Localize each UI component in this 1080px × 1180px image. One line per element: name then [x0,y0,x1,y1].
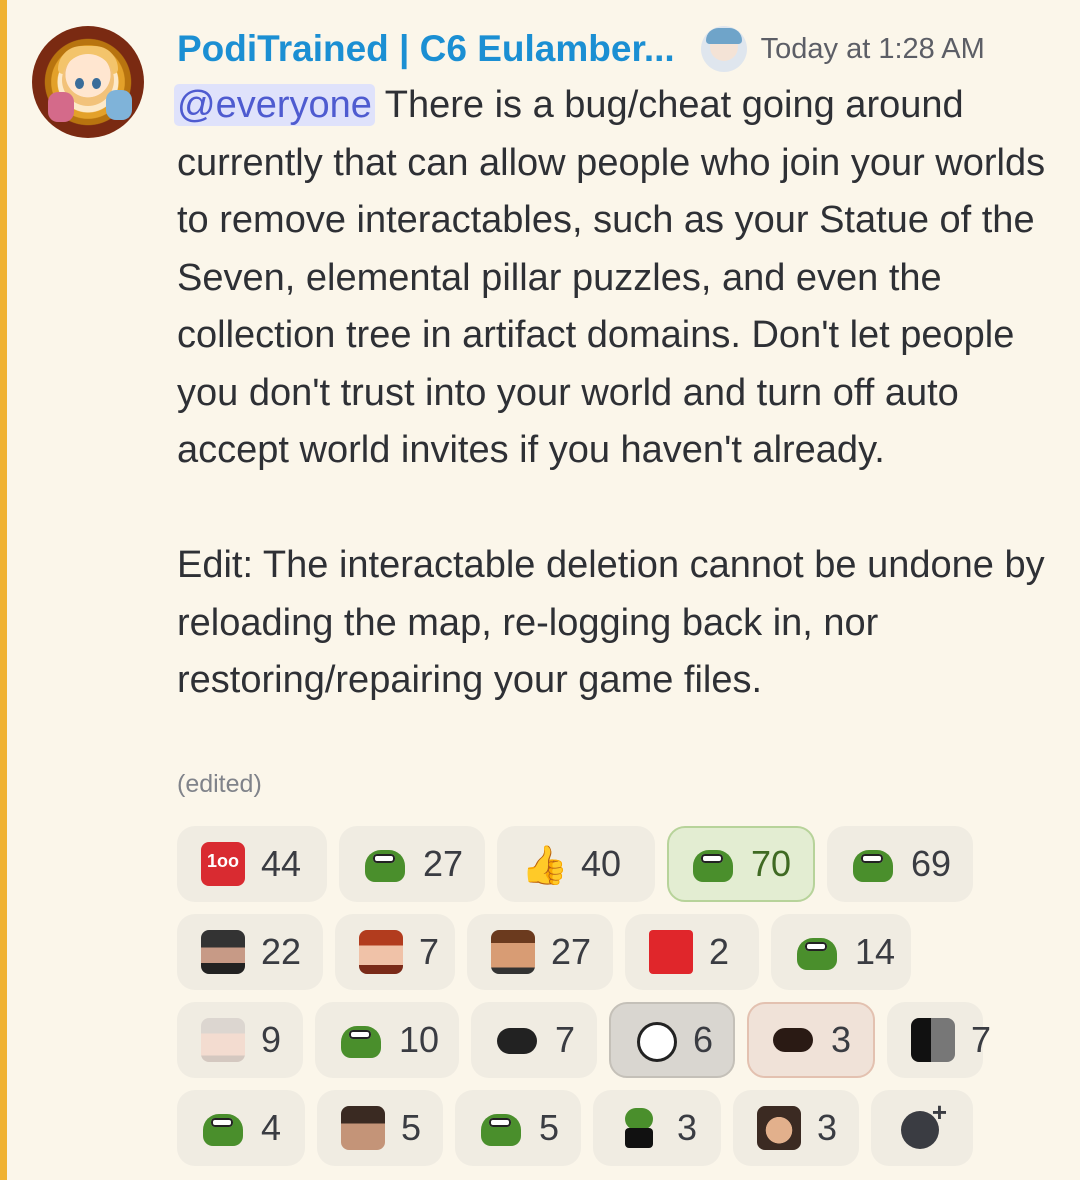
portrait-icon [359,930,403,974]
reaction-count: 7 [555,1019,576,1060]
chat-message: PodiTrained | C6 Eulamber... Today at 1:… [0,0,1080,1180]
message-content: @everyone There is a bug/cheat going aro… [174,77,1057,710]
reaction-count: 10 [399,1019,440,1060]
reaction-pepe[interactable]: 4 [177,1090,305,1166]
trollface-icon [633,1018,677,1062]
reaction-dark-face[interactable]: 3 [747,1002,875,1078]
reactions-bar: 44 27 40 70 69 22 7 27 2 14 9 10 7 6 3 7… [177,826,1057,1178]
edited-label: (edited) [177,770,262,798]
thumbs-up-icon [521,842,565,886]
timestamp: Today at 1:28 AM [760,32,985,65]
reaction-thumbs-up[interactable]: 40 [497,826,655,902]
reaction-count: 3 [817,1107,838,1148]
reaction-count: 4 [261,1107,282,1148]
bw-meme-icon [911,1018,955,1062]
reaction-row: 4 5 5 3 3 [177,1090,1057,1166]
portrait-icon [201,1018,245,1062]
pepe-wide-eyes-icon [691,842,735,886]
pepe-frog-icon [363,842,407,886]
hundred-sticker-icon [201,842,245,886]
reaction-pale-portrait[interactable]: 9 [177,1002,303,1078]
pepe-frog-icon [479,1106,523,1150]
reaction-pepe-wide-eyes[interactable]: 70 [667,826,815,902]
avatar-chibi [106,90,132,120]
reaction-count: 3 [831,1019,852,1060]
reaction-row: 9 10 7 6 3 7 [177,1002,1057,1078]
laughing-man-icon [491,930,535,974]
red-square-icon [649,930,693,974]
portrait-icon [201,930,245,974]
message-text: There is a bug/cheat going around curren… [177,84,1046,471]
avatar-eye [92,78,101,89]
avatar-eye [75,78,84,89]
reaction-count: 9 [261,1019,282,1060]
reaction-count: 7 [971,1019,992,1060]
reaction-pepe[interactable]: 10 [315,1002,459,1078]
reaction-count: 27 [551,931,592,972]
reaction-pepe-wide-eyes[interactable]: 69 [827,826,973,902]
message-header: PodiTrained | C6 Eulamber... Today at 1:… [177,24,985,74]
reaction-count: 7 [419,931,440,972]
add-reaction-button[interactable] [871,1090,973,1166]
role-icon[interactable] [700,26,747,72]
pepe-frog-icon [795,930,839,974]
reaction-count: 2 [709,931,730,972]
reaction-laughing-man[interactable]: 27 [467,914,613,990]
reaction-face-photo[interactable]: 3 [733,1090,859,1166]
pepe-wide-eyes-icon [851,842,895,886]
reaction-dark-frog[interactable]: 7 [471,1002,597,1078]
reaction-count: 69 [911,843,952,884]
reaction-trollface[interactable]: 6 [609,1002,735,1078]
reaction-row: 44 27 40 70 69 [177,826,1057,902]
reaction-100[interactable]: 44 [177,826,327,902]
photo-icon [757,1106,801,1150]
pepe-frog-icon [201,1106,245,1150]
reaction-count: 5 [401,1107,422,1148]
mention-everyone[interactable]: @everyone [174,84,375,126]
reaction-count: 27 [423,843,464,884]
reaction-count: 22 [261,931,302,972]
reaction-dark-hair-portrait[interactable]: 22 [177,914,323,990]
photo-icon [341,1106,385,1150]
reaction-pepe[interactable]: 14 [771,914,911,990]
reaction-count: 5 [539,1107,560,1148]
reaction-count: 6 [693,1019,714,1060]
reaction-count: 70 [751,843,792,884]
add-reaction-icon [899,1097,947,1151]
username[interactable]: PodiTrained | C6 Eulamber... [177,28,675,70]
user-avatar[interactable] [32,26,144,138]
message-paragraph: @everyone There is a bug/cheat going aro… [174,77,1057,480]
avatar-chibi [48,92,74,122]
reaction-count: 44 [261,843,302,884]
reaction-count: 14 [855,931,896,972]
reaction-dark-photo[interactable]: 5 [317,1090,443,1166]
reaction-count: 3 [677,1107,698,1148]
reaction-pepe-suit[interactable]: 3 [593,1090,721,1166]
reaction-red-hair-portrait[interactable]: 7 [335,914,455,990]
reaction-row: 22 7 27 2 14 [177,914,1057,990]
reaction-pepe[interactable]: 27 [339,826,485,902]
pepe-frog-icon [339,1018,383,1062]
message-edit-paragraph: Edit: The interactable deletion cannot b… [177,544,1045,701]
dark-face-icon [771,1018,815,1062]
reaction-pepe[interactable]: 5 [455,1090,581,1166]
reaction-count: 40 [581,843,622,884]
pepe-suit-icon [617,1106,661,1150]
reaction-red-square[interactable]: 2 [625,914,759,990]
dark-frog-icon [495,1018,539,1062]
reaction-bw-meme[interactable]: 7 [887,1002,991,1078]
